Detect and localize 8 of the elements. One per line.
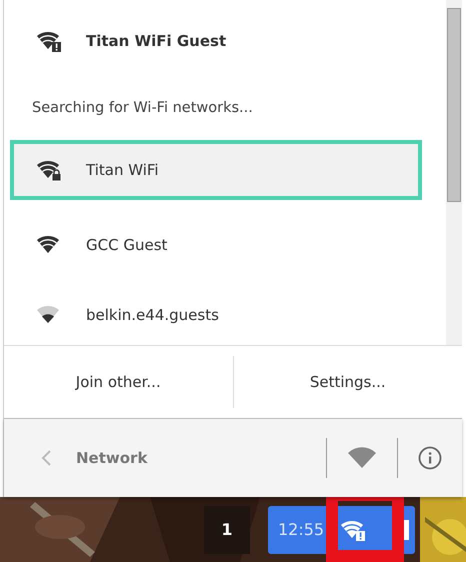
clock-time: 12:55 — [278, 520, 324, 539]
notification-count[interactable]: 1 — [204, 506, 250, 554]
network-item[interactable]: belkin.e44.guests — [10, 280, 432, 345]
status-text: Searching for Wi-Fi networks... — [31, 99, 254, 118]
network-item[interactable]: GCC Guest — [10, 210, 432, 280]
panel-title: Network — [76, 449, 148, 467]
network-item[interactable]: Titan WiFi — [10, 140, 422, 200]
network-name: Titan WiFi Guest — [86, 32, 226, 50]
